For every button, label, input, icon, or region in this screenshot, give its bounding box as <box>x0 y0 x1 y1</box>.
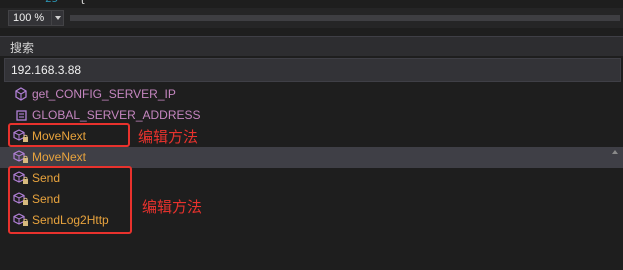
result-label: GLOBAL_SERVER_ADDRESS <box>32 108 201 122</box>
annotation-label: 编辑方法 <box>138 128 199 146</box>
zoom-dropdown[interactable]: 100 % <box>8 10 64 26</box>
zoom-bar: 100 % <box>0 8 623 28</box>
zoom-value: 100 % <box>13 12 45 24</box>
annotation-label: 编辑方法 <box>142 198 203 216</box>
code-line: { <box>79 0 86 5</box>
code-editor-strip[interactable]: 25 { <box>0 0 623 8</box>
app-window: 25 { 100 % 搜索 192.168.3.88 get_CONFIG_SE… <box>0 0 623 270</box>
method-icon <box>15 87 27 101</box>
divider <box>0 28 623 36</box>
panel-title: 搜索 <box>10 41 35 55</box>
private-method-icon <box>13 150 28 163</box>
annotation-box <box>8 123 130 147</box>
search-value: 192.168.3.88 <box>11 63 82 77</box>
result-label: MoveNext <box>32 150 87 164</box>
panel-footer <box>0 244 623 270</box>
vertical-scrollbar[interactable] <box>610 100 620 250</box>
chevron-down-icon[interactable] <box>51 11 63 25</box>
horizontal-scrollbar[interactable] <box>70 12 620 24</box>
list-item[interactable]: get_CONFIG_SERVER_IP <box>0 84 623 105</box>
scrollbar-thumb[interactable] <box>70 15 620 21</box>
search-input[interactable]: 192.168.3.88 <box>4 58 621 82</box>
field-icon <box>16 110 27 121</box>
annotation-box <box>8 166 132 234</box>
result-label: get_CONFIG_SERVER_IP <box>32 87 176 101</box>
list-item[interactable]: MoveNext <box>0 147 623 168</box>
scroll-up-icon[interactable] <box>612 150 618 154</box>
search-panel-header: 搜索 <box>0 36 623 56</box>
line-number: 25 <box>45 0 58 5</box>
